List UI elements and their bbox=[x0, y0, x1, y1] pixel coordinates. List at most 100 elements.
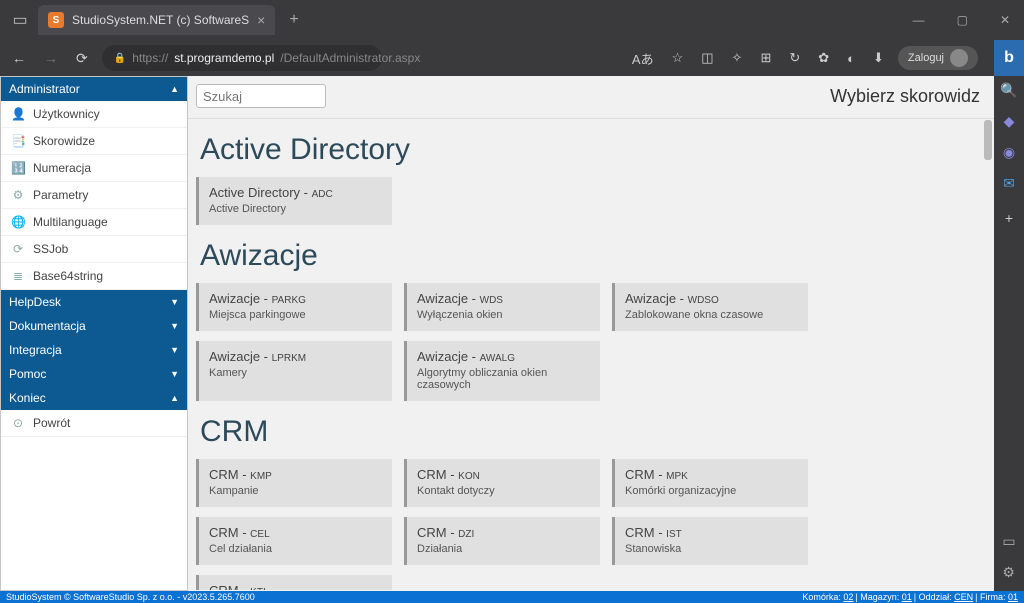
url-prefix: https:// bbox=[132, 51, 168, 65]
skorowidz-card[interactable]: CRM - CELCel działania bbox=[196, 517, 392, 565]
section-title: Active Directory bbox=[200, 133, 986, 167]
sidebar-item-label: Użytkownicy bbox=[33, 107, 100, 121]
page-title: Wybierz skorowidz bbox=[830, 86, 980, 107]
sidebar-tool-icon[interactable]: ▭ bbox=[1002, 533, 1015, 550]
extensions-icon[interactable]: ✿ bbox=[814, 50, 833, 66]
close-window-icon[interactable]: ✕ bbox=[994, 13, 1016, 27]
card-title: Awizacje - WDS bbox=[417, 291, 590, 306]
card-row: CRM - CELCel działaniaCRM - DZIDziałania… bbox=[196, 517, 986, 565]
sidebar-section-label: Pomoc bbox=[9, 367, 46, 381]
section-title: CRM bbox=[200, 415, 986, 449]
search-sidebar-icon[interactable]: 🔍 bbox=[1000, 82, 1017, 99]
sidebar-item-label: Base64string bbox=[33, 269, 103, 283]
card-subtitle: Stanowiska bbox=[625, 543, 798, 555]
card-subtitle: Wyłączenia okien bbox=[417, 309, 590, 321]
sidebar-section-label: Koniec bbox=[9, 391, 46, 405]
sidebar-item-icon: 🔢 bbox=[11, 161, 25, 175]
skorowidz-card[interactable]: CRM - ISTStanowiska bbox=[612, 517, 808, 565]
skorowidz-card[interactable]: Awizacje - WDSOZablokowane okna czasowe bbox=[612, 283, 808, 331]
skorowidz-card[interactable]: Awizacje - PARKGMiejsca parkingowe bbox=[196, 283, 392, 331]
sidebar-item-base64string[interactable]: ≣Base64string bbox=[1, 263, 187, 290]
sidebar-item-label: Powrót bbox=[33, 416, 70, 430]
sidebar-item-icon: 👤 bbox=[11, 107, 25, 121]
card-subtitle: Algorytmy obliczania okien czasowych bbox=[417, 367, 590, 391]
search-input[interactable] bbox=[196, 84, 326, 108]
office-sidebar-icon[interactable]: ◉ bbox=[1003, 144, 1015, 161]
tabs-overview-button[interactable]: ▭ bbox=[8, 8, 32, 32]
sidebar-section-integracja[interactable]: Integracja▼ bbox=[1, 338, 187, 362]
downloads-icon[interactable]: ⬇ bbox=[869, 50, 888, 66]
sidebar-item-ssjob[interactable]: ⟳SSJob bbox=[1, 236, 187, 263]
reader-icon[interactable]: Aあ bbox=[628, 49, 658, 68]
avatar-icon bbox=[950, 49, 968, 67]
caret-up-icon: ▲ bbox=[170, 84, 179, 94]
skorowidz-card[interactable]: Active Directory - ADCActive Directory bbox=[196, 177, 392, 225]
card-title: CRM - MPK bbox=[625, 467, 798, 482]
sidebar-item-parametry[interactable]: ⚙Parametry bbox=[1, 182, 187, 209]
split-icon[interactable]: ◫ bbox=[697, 50, 717, 66]
close-icon[interactable]: × bbox=[257, 12, 265, 28]
new-tab-button[interactable]: + bbox=[281, 11, 306, 29]
caret-down-icon: ▼ bbox=[170, 369, 179, 379]
bing-sidebar-icon[interactable]: b bbox=[994, 40, 1024, 76]
minimize-icon[interactable]: — bbox=[907, 13, 931, 27]
url-input[interactable]: 🔒 https://st.programdemo.pl/DefaultAdmin… bbox=[102, 45, 382, 71]
browser-tab[interactable]: S StudioSystem.NET (c) SoftwareS × bbox=[38, 5, 275, 35]
app-frame: Administrator ▲ 👤 Użytkownicy 📑Skorowidze🔢Nu… bbox=[0, 76, 994, 591]
card-row: CRM - KTI bbox=[196, 575, 986, 590]
add-sidebar-icon[interactable]: + bbox=[1005, 210, 1013, 226]
star-icon[interactable]: ☆ bbox=[668, 50, 688, 66]
card-subtitle: Cel działania bbox=[209, 543, 382, 555]
sidebar-item-użytkownicy[interactable]: 👤 Użytkownicy bbox=[1, 101, 187, 128]
card-title: Awizacje - LPRKM bbox=[209, 349, 382, 364]
history-icon[interactable]: ↻ bbox=[785, 50, 804, 66]
scrollbar-thumb[interactable] bbox=[984, 120, 992, 160]
skorowidz-card[interactable]: CRM - KMPKampanie bbox=[196, 459, 392, 507]
sidebar-section-administrator[interactable]: Administrator ▲ bbox=[1, 77, 187, 101]
tab-favicon: S bbox=[48, 12, 64, 28]
content-pane: Wybierz skorowidz Active DirectoryActive… bbox=[188, 76, 994, 591]
card-title: CRM - DZI bbox=[417, 525, 590, 540]
card-subtitle: Kampanie bbox=[209, 485, 382, 497]
sidebar-section-dokumentacja[interactable]: Dokumentacja▼ bbox=[1, 314, 187, 338]
sidebar-item-multilanguage[interactable]: 🌐Multilanguage bbox=[1, 209, 187, 236]
skorowidz-card[interactable]: Awizacje - LPRKMKamery bbox=[196, 341, 392, 401]
sidebar-item-powrót[interactable]: ⊙ Powrót bbox=[1, 410, 187, 437]
card-subtitle: Zablokowane okna czasowe bbox=[625, 309, 798, 321]
skorowidz-card[interactable]: CRM - KTI bbox=[196, 575, 392, 590]
back-icon[interactable]: ← bbox=[8, 46, 30, 70]
skorowidz-card[interactable]: Awizacje - AWALG Algorytmy obliczania oki… bbox=[404, 341, 600, 401]
sidebar-section-helpdesk[interactable]: HelpDesk▼ bbox=[1, 290, 187, 314]
sidebar-section-label: Administrator bbox=[9, 82, 80, 96]
performance-icon[interactable]: ◐ bbox=[843, 51, 859, 66]
status-field: | Oddział: CEN bbox=[914, 592, 973, 602]
sidebar-item-skorowidze[interactable]: 📑Skorowidze bbox=[1, 128, 187, 155]
caret-down-icon: ▼ bbox=[170, 321, 179, 331]
sidebar-item-icon: ⊙ bbox=[11, 416, 25, 430]
skorowidz-card[interactable]: CRM - DZIDziałania bbox=[404, 517, 600, 565]
skorowidz-card[interactable]: CRM - KONKontakt dotyczy bbox=[404, 459, 600, 507]
skorowidz-card[interactable]: CRM - MPKKomórki organizacyjne bbox=[612, 459, 808, 507]
forward-icon[interactable]: → bbox=[40, 46, 62, 70]
refresh-icon[interactable]: ⟳ bbox=[72, 46, 92, 71]
admin-sidebar: Administrator ▲ 👤 Użytkownicy 📑Skorowidze🔢Nu… bbox=[0, 76, 188, 591]
card-title: Awizacje - AWALG bbox=[417, 349, 590, 364]
card-row: Awizacje - LPRKMKamery Awizacje - AWALG Al… bbox=[196, 341, 986, 401]
outlook-sidebar-icon[interactable]: ✉ bbox=[1003, 175, 1015, 192]
status-field: Komórka: 02 bbox=[802, 592, 853, 602]
login-button[interactable]: Zaloguj bbox=[898, 46, 978, 70]
collections-icon[interactable]: ⊞ bbox=[756, 50, 775, 66]
sections-container[interactable]: Active Directory Active Directory - ADCAc… bbox=[188, 119, 994, 590]
maximize-icon[interactable]: ▢ bbox=[951, 13, 974, 27]
favorites-icon[interactable]: ✧ bbox=[728, 50, 747, 66]
sidebar-section-koniec[interactable]: Koniec ▲ bbox=[1, 386, 187, 410]
skorowidz-card[interactable]: Awizacje - WDS Wyłączenia okien bbox=[404, 283, 600, 331]
caret-up-icon: ▲ bbox=[170, 393, 179, 403]
sidebar-item-numeracja[interactable]: 🔢Numeracja bbox=[1, 155, 187, 182]
sidebar-item-icon: 🌐 bbox=[11, 215, 25, 229]
settings-sidebar-icon[interactable]: ⚙ bbox=[1002, 564, 1015, 581]
sidebar-section-pomoc[interactable]: Pomoc ▼ bbox=[1, 362, 187, 386]
tools-sidebar-icon[interactable]: ◆ bbox=[1004, 113, 1015, 130]
window-controls: — ▢ ✕ bbox=[907, 13, 1016, 27]
caret-down-icon: ▼ bbox=[170, 297, 179, 307]
